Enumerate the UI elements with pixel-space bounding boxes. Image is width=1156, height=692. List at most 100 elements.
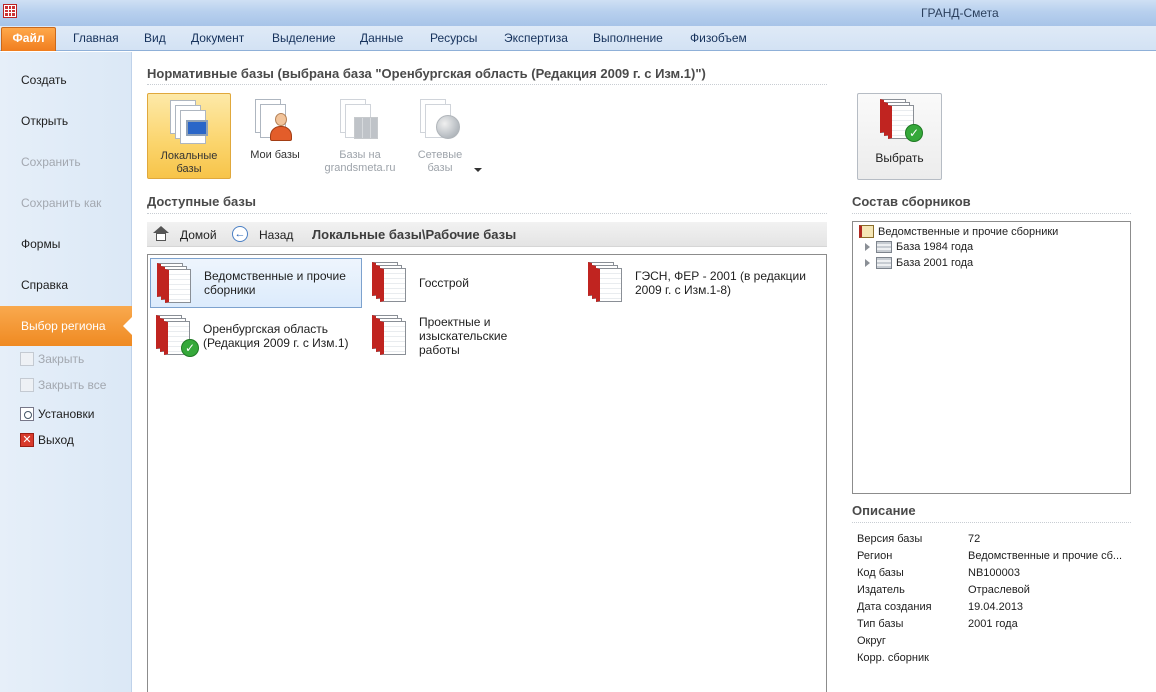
breadcrumb: Локальные базы\Рабочие базы bbox=[312, 227, 517, 242]
list-item-label: Проектные и изыскательские работы bbox=[419, 315, 508, 357]
menu-close-all-label: Закрыть все bbox=[38, 378, 107, 392]
selected-check-icon: ✓ bbox=[181, 339, 199, 357]
base-book-icon bbox=[372, 262, 410, 304]
list-item[interactable]: ГЭСН, ФЕР - 2001 (в редакции 2009 г. с Из… bbox=[582, 258, 822, 308]
list-item[interactable]: Проектные и изыскательские работы bbox=[366, 311, 578, 361]
desc-value: NB100003 bbox=[968, 567, 1020, 579]
separator bbox=[852, 213, 1131, 214]
title-bar: ГРАНД-Смета bbox=[0, 0, 1156, 26]
close-all-icon bbox=[20, 378, 34, 392]
menu-close-all[interactable]: Закрыть все bbox=[20, 378, 106, 392]
chevron-down-icon[interactable] bbox=[474, 168, 482, 172]
menu-close-label: Закрыть bbox=[38, 352, 85, 366]
database-icon bbox=[876, 257, 892, 269]
app-grid-icon[interactable] bbox=[3, 4, 17, 18]
tab-data[interactable]: Данные bbox=[360, 31, 403, 45]
menu-close[interactable]: Закрыть bbox=[20, 352, 84, 366]
bases-list: Ведомственные и прочие сборники Госстрой … bbox=[147, 254, 827, 692]
tree-root-label: Ведомственные и прочие сборники bbox=[878, 225, 1059, 238]
tab-view[interactable]: Вид bbox=[144, 31, 166, 45]
menu-forms[interactable]: Формы bbox=[21, 237, 60, 251]
base-book-icon bbox=[157, 263, 195, 305]
path-bar: Домой ← Назад Локальные базы\Рабочие баз… bbox=[147, 222, 827, 247]
normative-bases-title: Нормативные базы (выбрана база "Оренбург… bbox=[147, 66, 706, 81]
tab-document[interactable]: Документ bbox=[191, 31, 244, 45]
home-icon[interactable] bbox=[153, 226, 169, 241]
list-item-label: Оренбургская область (Редакция 2009 г. с … bbox=[203, 322, 349, 350]
desc-value: Ведомственные и прочие сб... bbox=[968, 550, 1123, 562]
tab-home[interactable]: Главная bbox=[73, 31, 119, 45]
menu-exit-label: Выход bbox=[38, 433, 74, 447]
check-icon: ✓ bbox=[905, 124, 923, 142]
tree-node[interactable]: База 2001 года bbox=[865, 257, 973, 269]
tree-root[interactable]: Ведомственные и прочие сборники bbox=[859, 225, 1058, 238]
tab-selection[interactable]: Выделение bbox=[272, 31, 336, 45]
list-item[interactable]: ✓ Оренбургская область (Редакция 2009 г. … bbox=[150, 311, 362, 361]
list-item[interactable]: Госстрой bbox=[366, 258, 578, 308]
tab-expertise[interactable]: Экспертиза bbox=[504, 31, 568, 45]
menu-select-region-label: Выбор региона bbox=[21, 319, 106, 333]
list-item-label: Ведомственные и прочие сборники bbox=[204, 269, 346, 297]
menu-select-region[interactable]: Выбор региона bbox=[0, 306, 133, 346]
separator bbox=[147, 213, 827, 214]
menu-help[interactable]: Справка bbox=[21, 278, 68, 292]
desc-key: Округ bbox=[857, 635, 886, 647]
tab-execution[interactable]: Выполнение bbox=[593, 31, 663, 45]
desc-key: Регион bbox=[857, 550, 893, 562]
window-title: ГРАНД-Смета bbox=[921, 6, 999, 20]
close-doc-icon bbox=[20, 352, 34, 366]
expand-arrow-icon[interactable] bbox=[865, 259, 870, 267]
active-pointer-arrow bbox=[123, 316, 133, 336]
desc-key: Код базы bbox=[857, 567, 904, 579]
back-arrow-icon[interactable]: ← bbox=[232, 226, 248, 242]
desc-key: Корр. сборник bbox=[857, 652, 929, 664]
menu-settings-label: Установки bbox=[38, 407, 95, 421]
desc-value: 72 bbox=[968, 533, 981, 545]
home-button[interactable]: Домой bbox=[180, 228, 217, 242]
select-button-label: Выбрать bbox=[875, 151, 924, 165]
description-title: Описание bbox=[852, 503, 916, 518]
contents-tree: Ведомственные и прочие сборники База 198… bbox=[852, 221, 1131, 494]
menu-save[interactable]: Сохранить bbox=[21, 155, 81, 169]
network-bases-button[interactable]: Сетевые базы bbox=[398, 93, 482, 179]
collection-icon bbox=[859, 225, 874, 238]
list-item-label: ГЭСН, ФЕР - 2001 (в редакции 2009 г. с Из… bbox=[635, 269, 806, 297]
base-book-icon bbox=[372, 315, 410, 357]
available-bases-title: Доступные базы bbox=[147, 194, 256, 209]
my-bases-button[interactable]: Мои базы bbox=[233, 93, 317, 179]
tree-node-label: База 1984 года bbox=[896, 241, 974, 253]
menu-save-as[interactable]: Сохранить как bbox=[21, 196, 101, 210]
select-button[interactable]: ✓ Выбрать bbox=[857, 93, 942, 180]
database-icon bbox=[876, 241, 892, 253]
contents-title: Состав сборников bbox=[852, 194, 971, 209]
menu-open[interactable]: Открыть bbox=[21, 114, 68, 128]
my-bases-label: Мои базы bbox=[250, 149, 300, 161]
exit-icon: ✕ bbox=[20, 433, 34, 447]
expand-arrow-icon[interactable] bbox=[865, 243, 870, 251]
tree-node[interactable]: База 1984 года bbox=[865, 241, 973, 253]
separator bbox=[852, 522, 1131, 523]
desc-key: Издатель bbox=[857, 584, 905, 596]
tab-physical-volume[interactable]: Физобъем bbox=[690, 31, 747, 45]
local-bases-icon bbox=[170, 100, 210, 146]
my-bases-icon bbox=[255, 99, 295, 145]
online-bases-label: Базы на grandsmeta.ru bbox=[324, 149, 396, 174]
local-bases-button[interactable]: Локальные базы bbox=[147, 93, 231, 179]
list-item-label: Госстрой bbox=[419, 276, 469, 290]
separator bbox=[147, 84, 827, 85]
tab-resources[interactable]: Ресурсы bbox=[430, 31, 477, 45]
network-bases-icon bbox=[420, 99, 460, 145]
online-bases-icon bbox=[340, 99, 380, 145]
online-bases-button[interactable]: Базы на grandsmeta.ru bbox=[318, 93, 402, 179]
tree-node-label: База 2001 года bbox=[896, 257, 974, 269]
desc-value: Отраслевой bbox=[968, 584, 1030, 596]
menu-create[interactable]: Создать bbox=[21, 73, 67, 87]
menu-exit[interactable]: ✕ Выход bbox=[20, 433, 74, 447]
desc-value: 19.04.2013 bbox=[968, 601, 1024, 613]
base-book-icon bbox=[588, 262, 626, 304]
menu-settings[interactable]: Установки bbox=[20, 407, 94, 421]
settings-icon bbox=[20, 407, 34, 421]
list-item[interactable]: Ведомственные и прочие сборники bbox=[150, 258, 362, 308]
back-button[interactable]: Назад bbox=[259, 228, 293, 242]
tab-file[interactable]: Файл bbox=[1, 27, 56, 51]
